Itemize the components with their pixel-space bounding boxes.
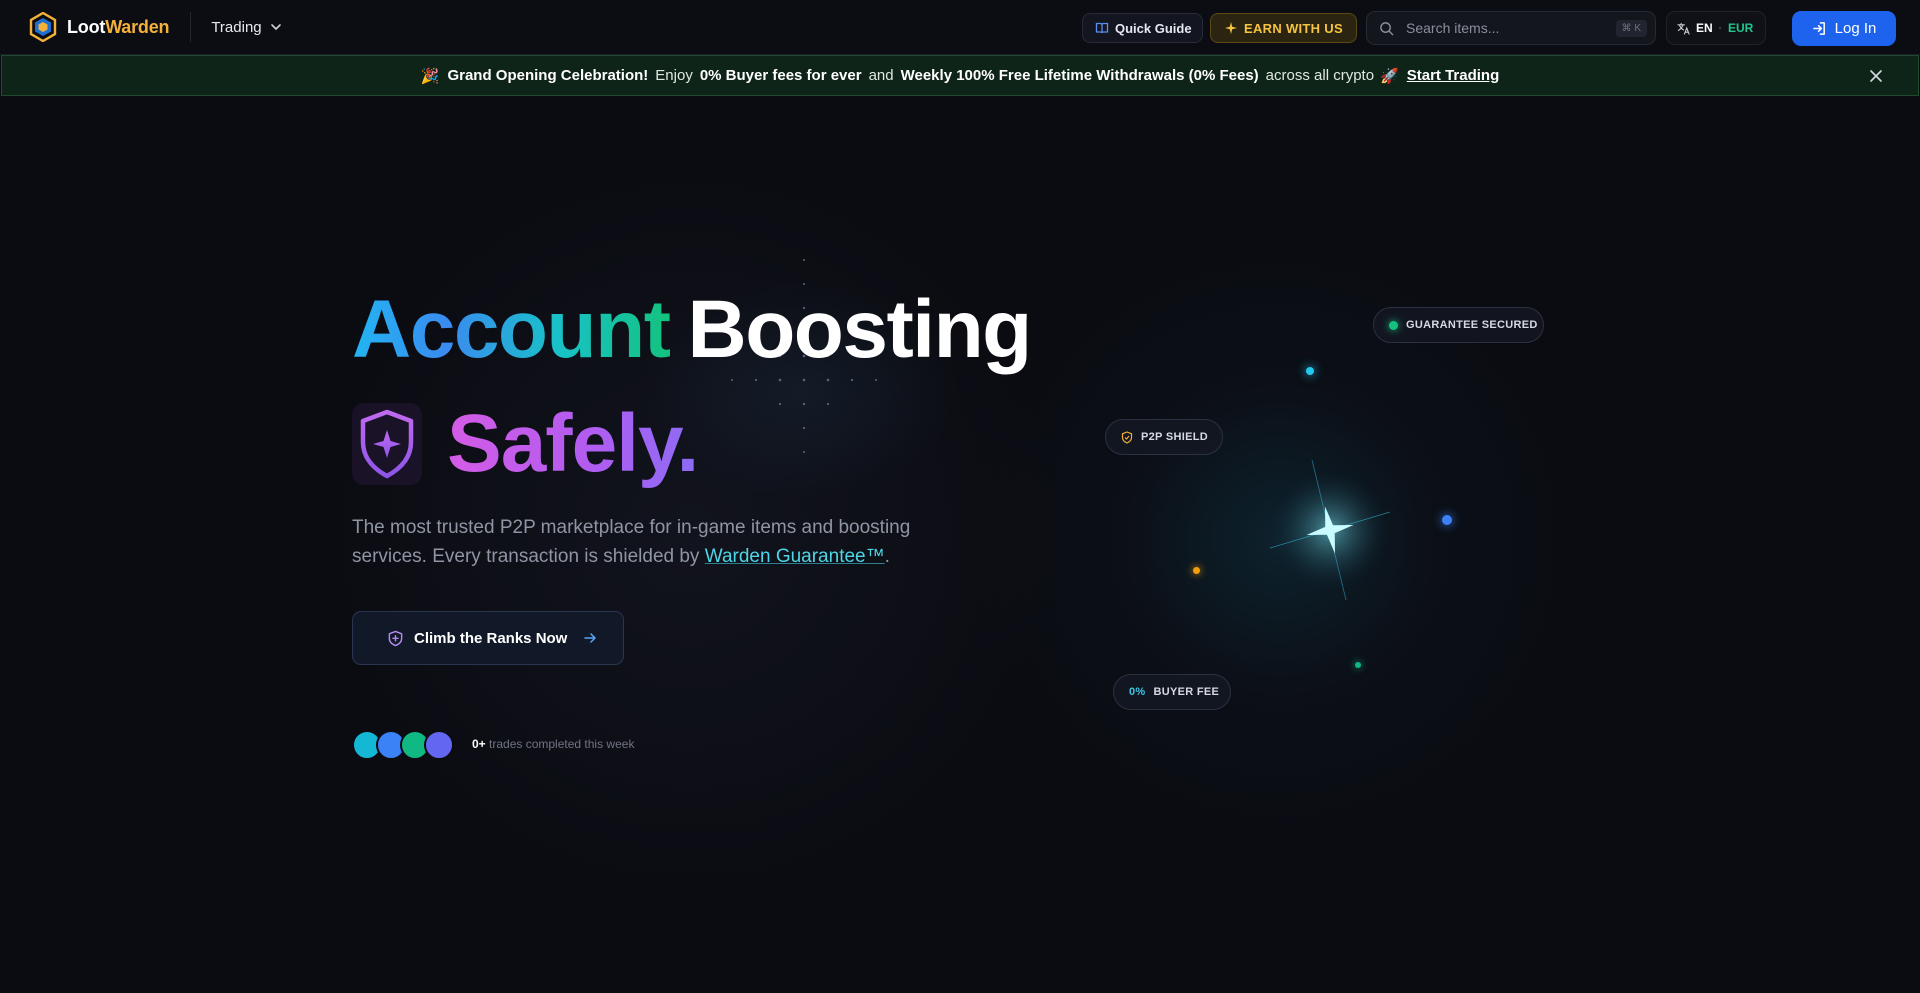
top-navbar: LootWarden Trading Quick Guide EARN WITH…	[0, 0, 1920, 55]
earn-with-us-label: EARN WITH US	[1244, 20, 1343, 36]
currency-code: EUR	[1728, 21, 1754, 35]
hero-description: The most trusted P2P marketplace for in-…	[352, 513, 952, 571]
announcement-and: and	[868, 67, 894, 84]
cyan-orb	[1306, 367, 1314, 375]
trades-label: trades completed this week	[489, 737, 635, 751]
language-currency-selector[interactable]: EN · EUR	[1666, 11, 1766, 45]
warden-guarantee-link[interactable]: Warden Guarantee™	[705, 546, 885, 567]
climb-ranks-button[interactable]: Climb the Ranks Now	[352, 611, 624, 665]
trader-avatars	[352, 730, 454, 760]
hexagon-logo-icon	[29, 12, 57, 42]
quick-guide-label: Quick Guide	[1115, 20, 1192, 36]
shield-check-icon	[1121, 430, 1133, 444]
trading-label: Trading	[211, 18, 262, 36]
login-arrow-icon	[1812, 22, 1825, 35]
trades-stat: 0+ trades completed this week	[472, 737, 634, 751]
quick-guide-button[interactable]: Quick Guide	[1082, 13, 1203, 43]
search-bar[interactable]: ⌘ K	[1366, 11, 1656, 45]
start-trading-link[interactable]: Start Trading	[1407, 67, 1500, 84]
announcement-tail: across all crypto	[1265, 67, 1375, 84]
language-code: EN	[1696, 21, 1713, 35]
announcement-offer1: 0% Buyer fees for ever	[699, 67, 862, 84]
blue-orb	[1442, 515, 1452, 525]
header-divider	[190, 12, 192, 42]
search-input[interactable]	[1406, 20, 1606, 36]
announcement-headline: Grand Opening Celebration!	[447, 67, 649, 84]
party-emoji: 🎉	[420, 67, 440, 85]
trades-count: 0+	[472, 737, 486, 751]
chevron-down-icon	[270, 24, 281, 31]
sparkle-icon	[1225, 22, 1237, 34]
logo-wordmark: LootWarden	[67, 16, 170, 37]
description-period: .	[884, 546, 890, 567]
guarantee-secured-label: GUARANTEE SECURED	[1406, 319, 1538, 331]
translate-icon	[1677, 22, 1690, 35]
search-shortcut-badge: ⌘ K	[1615, 20, 1647, 37]
hero-headline-line2: Safely.	[352, 394, 699, 494]
login-button[interactable]: Log In	[1792, 11, 1896, 46]
arrow-right-icon	[584, 633, 597, 643]
buyer-fee-label: BUYER FEE	[1153, 686, 1220, 698]
separator-dot: ·	[1718, 22, 1723, 34]
buyer-fee-badge: 0% BUYER FEE	[1113, 674, 1231, 710]
headline-word-boosting: Boosting	[687, 284, 1033, 375]
search-icon	[1380, 21, 1394, 35]
trading-dropdown[interactable]: Trading	[211, 19, 281, 36]
logo[interactable]: LootWarden	[28, 0, 170, 55]
shield-sparkle-icon	[360, 409, 414, 479]
p2p-shield-badge: P2P SHIELD	[1105, 419, 1223, 455]
rocket-emoji: 🚀	[1380, 67, 1399, 85]
green-orb	[1355, 662, 1361, 668]
announcement-offer2: Weekly 100% Free Lifetime Withdrawals (0…	[900, 67, 1259, 84]
earn-with-us-button[interactable]: EARN WITH US	[1210, 13, 1357, 43]
amber-orb	[1193, 567, 1200, 574]
status-dot	[1389, 320, 1398, 330]
shield-plus-icon	[388, 630, 403, 646]
hero-headline-line1: Account Boosting	[352, 283, 1033, 379]
buyer-fee-percent: 0%	[1129, 686, 1146, 698]
p2p-shield-label: P2P SHIELD	[1141, 431, 1208, 443]
avatar	[424, 730, 454, 760]
announcement-banner: 🎉 Grand Opening Celebration! Enjoy 0% Bu…	[1, 55, 1919, 96]
announcement-enjoy: Enjoy	[655, 67, 693, 84]
book-icon	[1095, 22, 1109, 34]
shield-badge	[352, 403, 422, 485]
climb-ranks-label: Climb the Ranks Now	[414, 629, 568, 647]
headline-word-safely: Safely.	[447, 398, 699, 489]
four-point-star-icon	[1269, 460, 1391, 600]
login-label: Log In	[1834, 20, 1877, 37]
close-icon[interactable]	[1868, 68, 1884, 84]
guarantee-secured-badge: GUARANTEE SECURED	[1373, 307, 1544, 343]
headline-word-account: Account	[352, 284, 671, 375]
